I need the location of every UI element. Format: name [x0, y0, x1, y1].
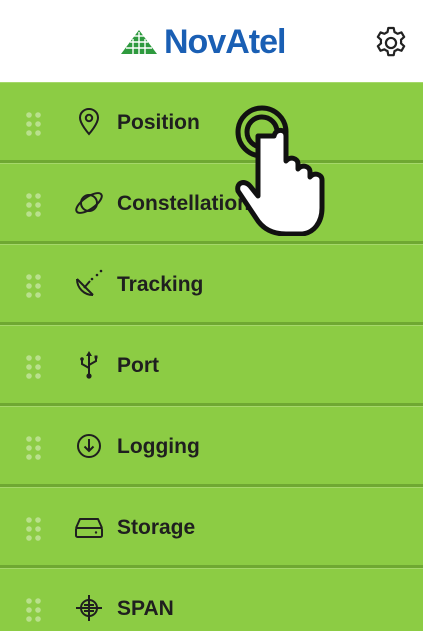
logo-triangle-icon	[121, 30, 157, 54]
menu-item-label: Tracking	[117, 273, 204, 296]
menu-item-storage[interactable]: Storage	[0, 487, 423, 568]
main-menu: Position Constellation Tracking Port Log…	[0, 82, 423, 631]
menu-item-label: Position	[117, 111, 200, 134]
menu-item-label: Storage	[117, 516, 196, 539]
menu-item-label: Port	[117, 354, 159, 377]
menu-item-logging[interactable]: Logging	[0, 406, 423, 487]
novatel-logo: NovAtel	[120, 22, 286, 62]
menu-item-label: SPAN	[117, 597, 174, 620]
drag-handle-icon[interactable]	[23, 110, 45, 138]
menu-item-position[interactable]: Position	[0, 82, 423, 163]
menu-item-span[interactable]: SPAN	[0, 568, 423, 631]
download-circle-icon	[77, 434, 101, 458]
drag-handle-icon[interactable]	[23, 272, 45, 300]
hard-drive-icon	[75, 518, 103, 538]
satellite-orbit-icon	[75, 192, 103, 214]
menu-item-label: Logging	[117, 435, 200, 458]
span-crosshair-icon	[76, 595, 102, 621]
drag-handle-icon[interactable]	[23, 515, 45, 543]
gear-icon[interactable]	[372, 24, 410, 62]
logo-text: NovAtel	[164, 23, 286, 61]
drag-handle-icon[interactable]	[23, 353, 45, 381]
menu-item-port[interactable]: Port	[0, 325, 423, 406]
location-pin-icon	[78, 107, 100, 136]
drag-handle-icon[interactable]	[23, 434, 45, 462]
drag-handle-icon[interactable]	[23, 596, 45, 624]
satellite-dish-icon	[76, 269, 103, 296]
menu-item-tracking[interactable]: Tracking	[0, 244, 423, 325]
app-header: NovAtel	[0, 0, 423, 82]
menu-item-label: Constellation	[117, 192, 251, 215]
drag-handle-icon[interactable]	[23, 191, 45, 219]
menu-item-constellation[interactable]: Constellation	[0, 163, 423, 244]
usb-icon	[80, 351, 98, 379]
